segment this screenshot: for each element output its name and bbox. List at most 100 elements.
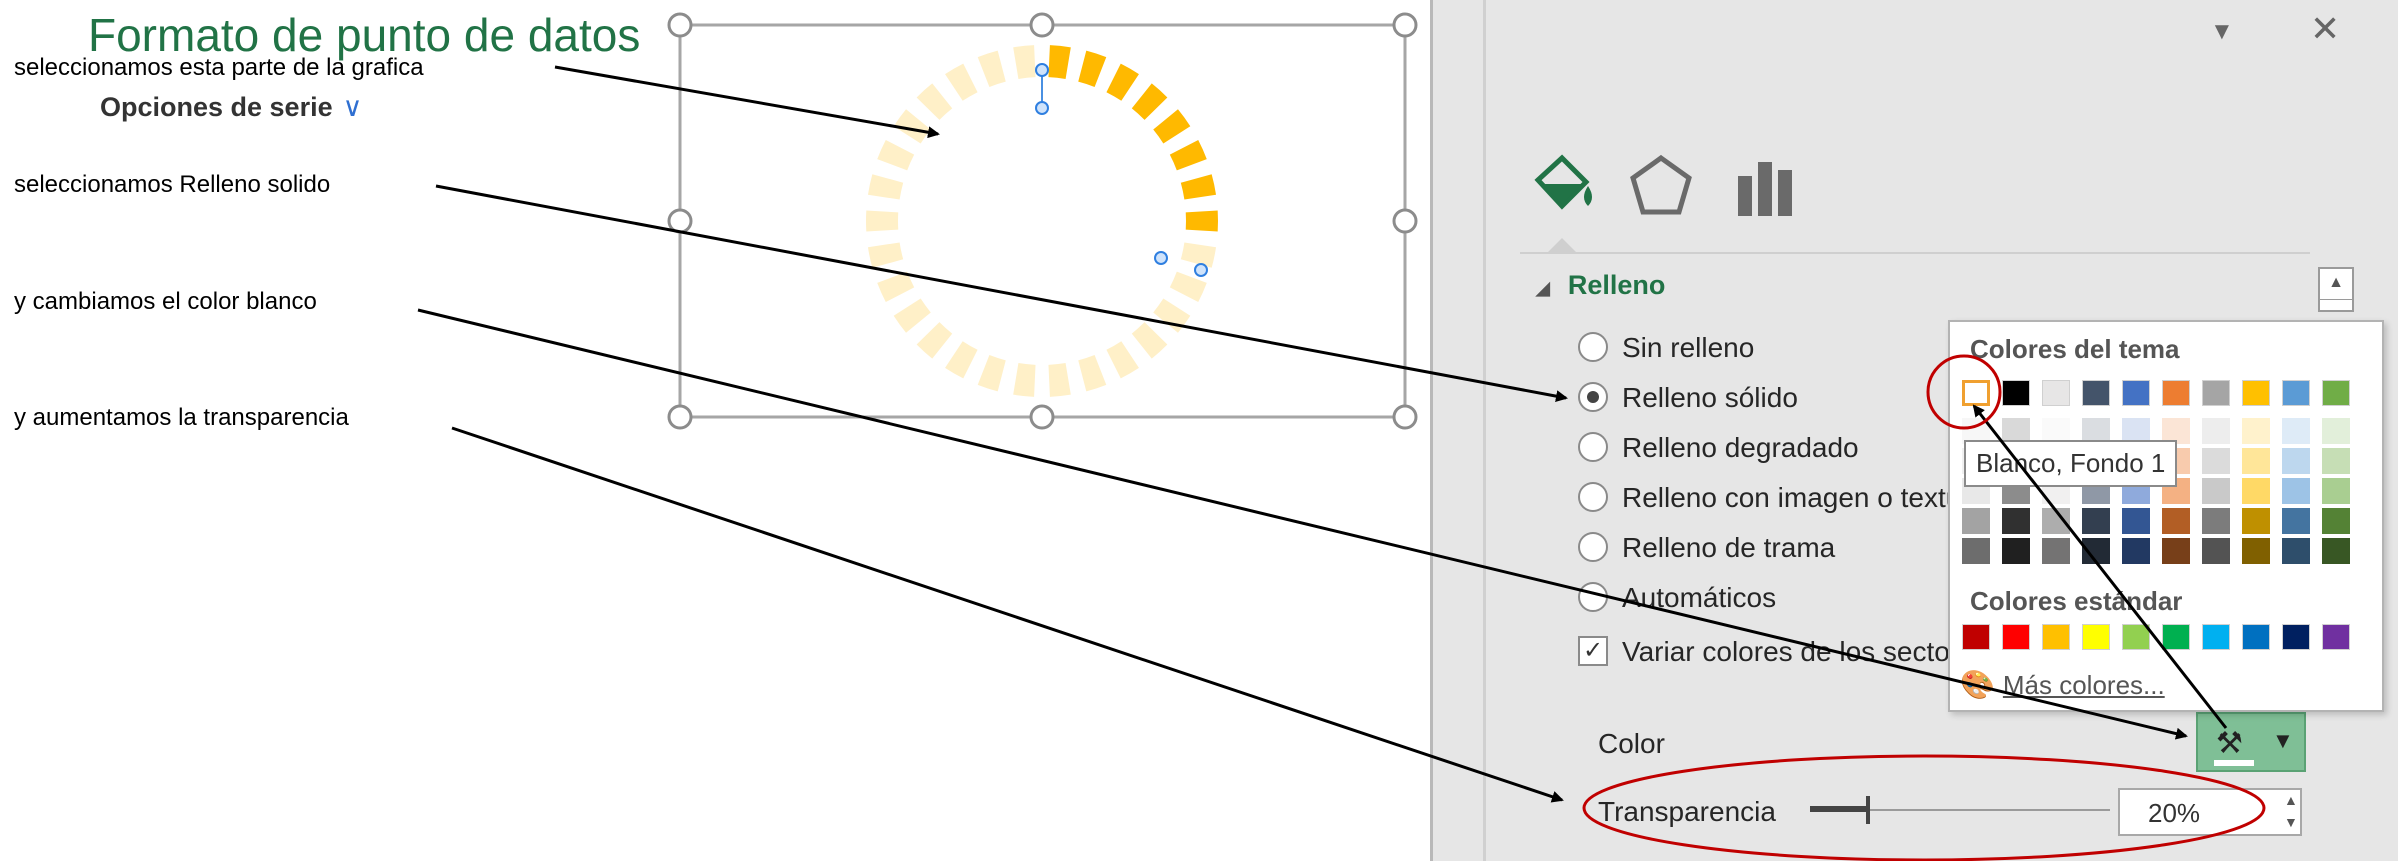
theme-tint-swatch[interactable] — [2242, 448, 2270, 474]
scrollbar-track[interactable] — [2318, 300, 2354, 312]
theme-tint-swatch[interactable] — [2202, 538, 2230, 564]
radio-button[interactable] — [1578, 431, 1608, 462]
doughnut-segment[interactable] — [1153, 298, 1191, 333]
theme-tint-swatch[interactable] — [2322, 418, 2350, 444]
fill-option-automatic[interactable]: Automáticos — [1578, 581, 1776, 622]
fill-option-solid[interactable]: Relleno sólido — [1578, 381, 1798, 422]
doughnut-segment[interactable] — [945, 63, 978, 101]
fill-option-picture[interactable]: Relleno con imagen o textura — [1578, 481, 1986, 522]
fill-option-pattern[interactable]: Relleno de trama — [1578, 531, 1835, 572]
theme-tint-swatch[interactable] — [2122, 538, 2150, 564]
radio-button[interactable] — [1578, 331, 1608, 362]
standard-color-swatch[interactable] — [2202, 624, 2230, 650]
theme-tint-swatch[interactable] — [2002, 508, 2030, 534]
theme-tint-swatch[interactable] — [2282, 508, 2310, 534]
theme-color-swatch[interactable] — [2082, 380, 2110, 406]
theme-tint-swatch[interactable] — [2282, 418, 2310, 444]
transparency-input[interactable]: 20% — [2118, 788, 2302, 836]
doughnut-segment-highlighted[interactable] — [1078, 50, 1107, 87]
scroll-up-button[interactable]: ▲ — [2318, 267, 2354, 301]
theme-tint-swatch[interactable] — [2202, 418, 2230, 444]
transparency-slider-thumb[interactable] — [1866, 796, 1870, 824]
fill-line-tab-icon[interactable] — [1528, 150, 1600, 222]
theme-tint-swatch[interactable] — [2322, 478, 2350, 504]
series-options-tab-icon[interactable] — [1730, 150, 1802, 222]
radio-button-selected[interactable] — [1578, 381, 1608, 412]
fill-option-none[interactable]: Sin relleno — [1578, 331, 1754, 372]
radio-button[interactable] — [1578, 581, 1608, 612]
theme-color-swatch[interactable] — [2322, 380, 2350, 406]
standard-color-swatch[interactable] — [2162, 624, 2190, 650]
doughnut-segment[interactable] — [1048, 363, 1071, 397]
theme-tint-swatch[interactable] — [2282, 538, 2310, 564]
standard-color-swatch[interactable] — [2122, 624, 2150, 650]
doughnut-segment[interactable] — [866, 210, 899, 232]
theme-color-swatch[interactable] — [2242, 380, 2270, 406]
doughnut-segment-highlighted[interactable] — [1180, 174, 1217, 200]
doughnut-segment[interactable] — [1013, 363, 1036, 397]
theme-color-swatch[interactable] — [2042, 380, 2070, 406]
effects-tab-icon[interactable] — [1625, 150, 1697, 222]
standard-color-swatch[interactable] — [2322, 624, 2350, 650]
theme-tint-swatch[interactable] — [2322, 448, 2350, 474]
theme-color-swatch[interactable] — [2002, 380, 2030, 406]
theme-tint-swatch[interactable] — [1962, 538, 1990, 564]
theme-tint-swatch[interactable] — [2202, 508, 2230, 534]
theme-tint-swatch[interactable] — [2002, 538, 2030, 564]
theme-tint-swatch[interactable] — [2322, 508, 2350, 534]
theme-tint-swatch[interactable] — [2242, 418, 2270, 444]
theme-color-swatch[interactable] — [2282, 380, 2310, 406]
fill-color-button[interactable]: ⚒ ▼ — [2196, 712, 2306, 772]
radio-button[interactable] — [1578, 531, 1608, 562]
theme-color-swatch[interactable] — [2162, 380, 2190, 406]
theme-tint-swatch[interactable] — [2202, 448, 2230, 474]
spin-down-icon[interactable]: ▼ — [2284, 814, 2298, 830]
theme-tint-swatch[interactable] — [2042, 538, 2070, 564]
theme-tint-swatch[interactable] — [2242, 538, 2270, 564]
standard-color-swatch[interactable] — [2282, 624, 2310, 650]
more-colors-button[interactable]: 🎨 Más colores... — [1960, 668, 2165, 701]
doughnut-segment[interactable] — [1078, 355, 1107, 392]
theme-tint-swatch[interactable] — [2162, 538, 2190, 564]
doughnut-segment[interactable] — [977, 50, 1006, 87]
theme-tint-swatch[interactable] — [2122, 508, 2150, 534]
theme-tint-swatch[interactable] — [2282, 478, 2310, 504]
doughnut-segment-highlighted[interactable] — [1185, 210, 1218, 232]
theme-tint-swatch[interactable] — [2202, 478, 2230, 504]
doughnut-segment[interactable] — [1106, 341, 1139, 379]
theme-tint-swatch[interactable] — [2082, 538, 2110, 564]
standard-color-swatch[interactable] — [2042, 624, 2070, 650]
radio-button[interactable] — [1578, 481, 1608, 512]
series-options-dropdown[interactable]: Opciones de serie ∨ — [100, 92, 362, 123]
doughnut-segment[interactable] — [1131, 322, 1168, 359]
theme-tint-swatch[interactable] — [2242, 478, 2270, 504]
doughnut-segment[interactable] — [877, 271, 915, 303]
standard-color-swatch[interactable] — [2002, 624, 2030, 650]
doughnut-segment-highlighted[interactable] — [1106, 63, 1139, 101]
theme-color-swatch[interactable] — [1962, 380, 1990, 406]
theme-color-swatch[interactable] — [2202, 380, 2230, 406]
doughnut-segment[interactable] — [867, 242, 904, 268]
checkmark-icon[interactable]: ✓ — [1578, 635, 1608, 666]
theme-color-swatch[interactable] — [2122, 380, 2150, 406]
pane-options-icon[interactable]: ▼ — [2210, 18, 2234, 46]
doughnut-segment[interactable] — [867, 174, 904, 200]
fill-section-header[interactable]: ◢ Relleno — [1536, 270, 1665, 301]
standard-color-swatch[interactable] — [1962, 624, 1990, 650]
doughnut-segment[interactable] — [1013, 45, 1036, 79]
doughnut-segment-highlighted[interactable] — [1169, 139, 1207, 171]
vary-colors-checkbox[interactable]: ✓ Variar colores de los sectores — [1578, 635, 1989, 676]
close-icon[interactable]: ✕ — [2310, 8, 2340, 50]
standard-color-swatch[interactable] — [2082, 624, 2110, 650]
theme-tint-swatch[interactable] — [2282, 448, 2310, 474]
theme-tint-swatch[interactable] — [2042, 508, 2070, 534]
theme-tint-swatch[interactable] — [2082, 508, 2110, 534]
doughnut-segment[interactable] — [916, 322, 953, 359]
standard-color-swatch[interactable] — [2242, 624, 2270, 650]
theme-tint-swatch[interactable] — [2162, 508, 2190, 534]
theme-tint-swatch[interactable] — [1962, 508, 1990, 534]
spin-up-icon[interactable]: ▲ — [2284, 792, 2298, 808]
chart-area[interactable] — [0, 0, 1430, 861]
doughnut-segment[interactable] — [893, 298, 931, 333]
doughnut-segment[interactable] — [916, 83, 953, 120]
